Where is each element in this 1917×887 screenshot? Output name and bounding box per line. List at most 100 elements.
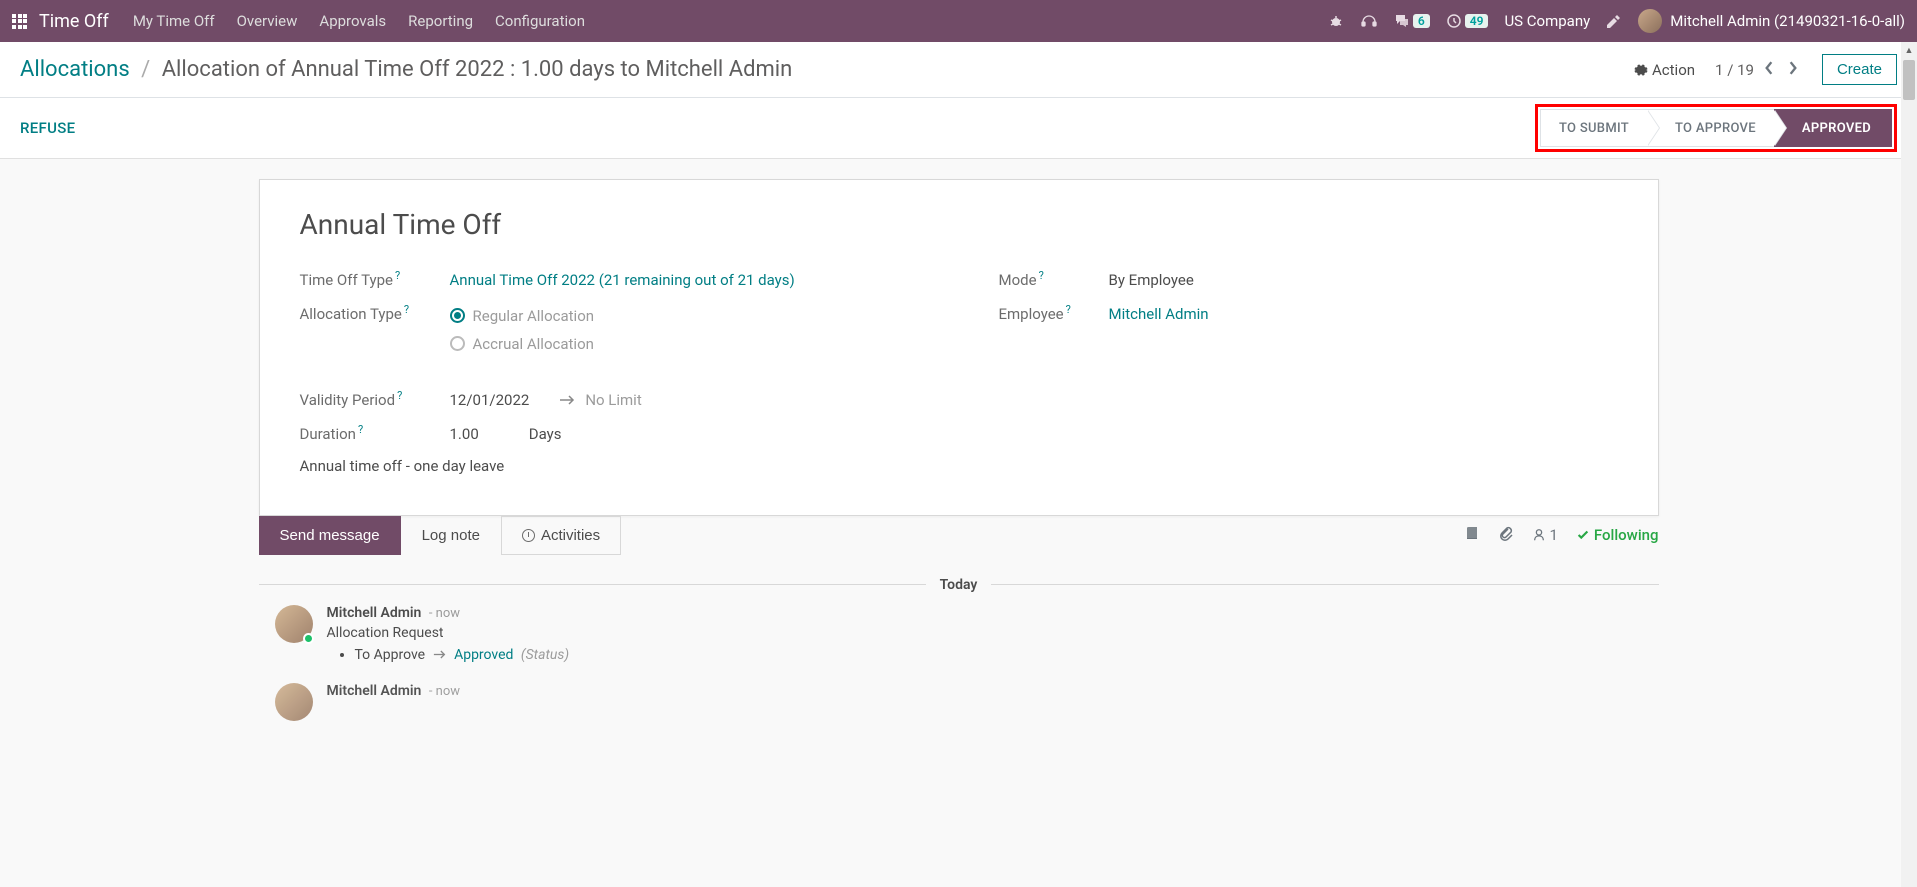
- label-allocation-type: Allocation Type?: [300, 303, 450, 323]
- help-icon[interactable]: ?: [358, 423, 363, 436]
- arrow-right-icon: [559, 391, 575, 409]
- apps-icon[interactable]: [12, 14, 27, 29]
- message-subject: Allocation Request: [327, 625, 1659, 641]
- sheet-background: Annual Time Off Time Off Type? Annual Ti…: [0, 159, 1917, 516]
- user-menu[interactable]: Mitchell Admin (21490321-16-0-all): [1638, 9, 1905, 33]
- systray: 6 49 US Company Mitchell Admin (21490321…: [1328, 9, 1905, 33]
- field-mode[interactable]: By Employee: [1109, 271, 1618, 289]
- tab-activities[interactable]: Activities: [501, 516, 621, 555]
- radio-regular-allocation[interactable]: Regular Allocation: [450, 307, 919, 325]
- help-icon[interactable]: ?: [1039, 269, 1044, 282]
- breadcrumb-current: Allocation of Annual Time Off 2022 : 1.0…: [162, 57, 793, 82]
- company-switcher[interactable]: US Company: [1504, 12, 1590, 30]
- avatar[interactable]: [275, 605, 313, 643]
- field-description[interactable]: Annual time off - one day leave: [300, 457, 919, 475]
- message-author[interactable]: Mitchell Admin: [327, 683, 422, 699]
- breadcrumb-root[interactable]: Allocations: [20, 57, 130, 82]
- tab-send-message[interactable]: Send message: [259, 516, 401, 555]
- statusbar-row: REFUSE TO SUBMIT TO APPROVE APPROVED: [0, 98, 1917, 159]
- book-icon[interactable]: [1464, 525, 1480, 545]
- breadcrumb: Allocations / Allocation of Annual Time …: [20, 57, 792, 82]
- scrollbar[interactable]: ▲: [1901, 42, 1917, 887]
- presence-online-icon: [303, 633, 314, 644]
- help-icon[interactable]: ?: [395, 269, 400, 282]
- scrollbar-thumb[interactable]: [1903, 60, 1915, 100]
- bug-icon[interactable]: [1328, 13, 1344, 29]
- app-title[interactable]: Time Off: [39, 11, 109, 32]
- check-icon: [1576, 528, 1590, 542]
- message-time: - now: [429, 606, 460, 621]
- message-author[interactable]: Mitchell Admin: [327, 605, 422, 621]
- user-avatar: [1638, 9, 1662, 33]
- attachment-icon[interactable]: [1498, 525, 1514, 545]
- nav-configuration[interactable]: Configuration: [495, 12, 585, 30]
- nav-overview[interactable]: Overview: [237, 12, 298, 30]
- status-step-to-approve[interactable]: TO APPROVE: [1647, 109, 1774, 147]
- cp-right: Action 1 / 19 Create: [1634, 54, 1897, 85]
- tracking-field: (Status): [521, 647, 569, 663]
- chatter-date-divider: Today: [259, 577, 1659, 593]
- field-duration-unit: Days: [529, 425, 562, 443]
- label-duration: Duration?: [300, 423, 450, 443]
- clock-icon: [522, 529, 535, 542]
- following-button[interactable]: Following: [1576, 526, 1659, 544]
- refuse-button[interactable]: REFUSE: [20, 119, 75, 137]
- radio-accrual-allocation[interactable]: Accrual Allocation: [450, 335, 919, 353]
- pager-next[interactable]: [1784, 60, 1802, 79]
- pager-value[interactable]: 1 / 19: [1715, 61, 1754, 79]
- nav-approvals[interactable]: Approvals: [319, 12, 386, 30]
- navbar: Time Off My Time Off Overview Approvals …: [0, 0, 1917, 42]
- chatter-tabs: Send message Log note Activities 1 Follo…: [259, 516, 1659, 555]
- messaging-icon[interactable]: 6: [1394, 13, 1430, 29]
- label-time-off-type: Time Off Type?: [300, 269, 450, 289]
- action-dropdown[interactable]: Action: [1634, 61, 1695, 79]
- label-mode: Mode?: [999, 269, 1109, 289]
- followers-button[interactable]: 1: [1532, 526, 1557, 544]
- nav-menu: My Time Off Overview Approvals Reporting…: [133, 12, 1328, 30]
- message: Mitchell Admin - now Allocation Request …: [259, 605, 1659, 663]
- activities-icon[interactable]: 49: [1446, 13, 1489, 29]
- followers-count-value: 1: [1549, 526, 1557, 544]
- support-icon[interactable]: [1360, 12, 1378, 30]
- field-duration-number[interactable]: 1.00: [450, 425, 479, 443]
- form-left-column: Time Off Type? Annual Time Off 2022 (21 …: [300, 269, 919, 475]
- message: Mitchell Admin - now: [259, 683, 1659, 721]
- tracking-new-value: Approved: [454, 647, 513, 663]
- status-step-approved[interactable]: APPROVED: [1774, 109, 1892, 147]
- status-steps-highlight: TO SUBMIT TO APPROVE APPROVED: [1535, 104, 1897, 152]
- tracking-row: To Approve Approved (Status): [355, 647, 1659, 663]
- scrollbar-up-icon[interactable]: ▲: [1901, 42, 1917, 58]
- chatter: Send message Log note Activities 1 Follo…: [259, 516, 1659, 721]
- arrow-right-icon: [433, 647, 450, 663]
- record-title[interactable]: Annual Time Off: [300, 208, 1618, 241]
- gear-icon: [1634, 63, 1648, 77]
- help-icon[interactable]: ?: [404, 303, 409, 316]
- form-right-column: Mode? By Employee Employee? Mitchell Adm…: [999, 269, 1618, 475]
- create-button[interactable]: Create: [1822, 54, 1897, 85]
- help-icon[interactable]: ?: [397, 389, 402, 402]
- person-icon: [1532, 528, 1546, 542]
- field-time-off-type[interactable]: Annual Time Off 2022 (21 remaining out o…: [450, 271, 795, 289]
- nav-reporting[interactable]: Reporting: [408, 12, 473, 30]
- label-employee: Employee?: [999, 303, 1109, 323]
- pager: 1 / 19: [1715, 60, 1802, 79]
- field-validity-from[interactable]: 12/01/2022: [450, 391, 530, 409]
- help-icon[interactable]: ?: [1066, 303, 1071, 316]
- avatar[interactable]: [275, 683, 313, 721]
- user-name: Mitchell Admin (21490321-16-0-all): [1670, 12, 1905, 30]
- status-step-to-submit[interactable]: TO SUBMIT: [1540, 109, 1647, 147]
- pager-prev[interactable]: [1760, 60, 1778, 79]
- field-employee[interactable]: Mitchell Admin: [1109, 305, 1209, 323]
- form-sheet: Annual Time Off Time Off Type? Annual Ti…: [259, 179, 1659, 516]
- breadcrumb-separator: /: [141, 57, 150, 82]
- field-validity-to[interactable]: No Limit: [585, 391, 641, 409]
- nav-my-time-off[interactable]: My Time Off: [133, 12, 215, 30]
- messaging-badge: 6: [1413, 14, 1430, 28]
- status-steps: TO SUBMIT TO APPROVE APPROVED: [1540, 109, 1892, 147]
- tools-icon[interactable]: [1606, 13, 1622, 29]
- tab-log-note[interactable]: Log note: [401, 516, 501, 555]
- control-panel: Allocations / Allocation of Annual Time …: [0, 42, 1917, 98]
- action-label: Action: [1652, 61, 1695, 79]
- activities-badge: 49: [1465, 14, 1489, 28]
- label-validity-period: Validity Period?: [300, 389, 450, 409]
